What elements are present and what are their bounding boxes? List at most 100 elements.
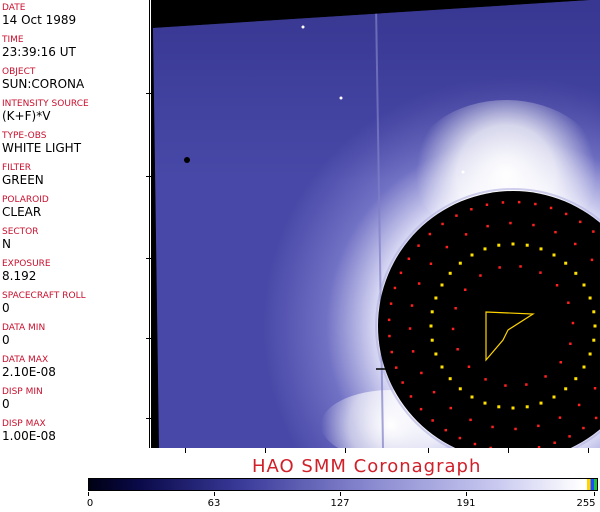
occulter-marker: [408, 327, 412, 330]
occulter-marker: [393, 286, 397, 290]
occulter-marker: [411, 350, 415, 353]
occulter-marker: [537, 446, 541, 448]
occulter-marker: [511, 406, 515, 410]
occulter-marker: [592, 230, 595, 233]
occulter-marker: [420, 371, 423, 375]
occulter-marker: [582, 365, 586, 369]
occulter-marker: [445, 245, 449, 249]
occulter-marker: [464, 288, 467, 291]
occulter-marker: [430, 310, 434, 314]
occulter-marker: [574, 271, 578, 275]
occulter-marker: [559, 361, 562, 364]
occulter-marker: [458, 261, 462, 265]
occulter-marker: [554, 230, 557, 234]
occulter-marker: [497, 405, 501, 409]
occulter-marker: [525, 243, 529, 247]
occulter-marker: [588, 296, 592, 300]
coronagraph-svg: [151, 0, 600, 448]
occulter-marker: [511, 242, 515, 246]
occulter-marker: [577, 403, 581, 407]
axis-tick: [588, 448, 589, 453]
sector-label: SECTOR: [2, 227, 39, 237]
occulter-marker: [485, 203, 489, 206]
time-label: TIME: [2, 35, 24, 45]
axis-tick: [185, 448, 186, 453]
occulter-marker: [501, 201, 505, 204]
occulter-marker: [593, 387, 597, 390]
intensity-source-value: (K+F)*V: [2, 109, 51, 123]
object-label: OBJECT: [2, 67, 36, 77]
occulter-marker: [564, 212, 568, 216]
occulter-marker: [592, 338, 596, 342]
occulter-marker: [470, 253, 474, 257]
disp-min-value: 0: [2, 397, 10, 411]
object-value: SUN:CORONA: [2, 77, 85, 91]
occulter-marker: [588, 352, 592, 356]
occulter-marker: [593, 324, 597, 328]
disp-max-label: DISP MAX: [2, 419, 46, 429]
colorbar-label-0: 0: [86, 498, 94, 509]
occulter-marker: [569, 342, 572, 345]
occulter-marker: [483, 401, 487, 405]
filter-value: GREEN: [2, 173, 44, 187]
colorbar-label-255: 255: [576, 498, 596, 509]
occulter-marker: [419, 407, 423, 411]
colorbar-tick: [340, 492, 341, 496]
occulter-marker: [552, 253, 556, 257]
occulter-marker: [509, 221, 512, 225]
occulter-marker: [519, 265, 522, 268]
occulter-marker: [448, 271, 452, 275]
occulter-marker: [567, 301, 570, 304]
exposure-value: 8.192: [2, 269, 37, 283]
occulter-marker: [498, 266, 501, 269]
coronagraph-image: [151, 0, 600, 448]
occulter-marker: [456, 348, 459, 351]
type-obs-label: TYPE-OBS: [2, 131, 47, 141]
occulter-marker: [555, 284, 559, 287]
occulter-marker: [594, 416, 598, 420]
time-value: 23:39:16 UT: [2, 45, 76, 59]
occulter-marker: [387, 318, 391, 322]
intensity-colorbar: [88, 478, 598, 491]
colorbar-label-191: 191: [456, 498, 476, 509]
occulter-marker: [484, 378, 487, 381]
occulter-marker: [514, 427, 517, 431]
occulter-marker: [532, 223, 535, 227]
polaroid-label: POLAROID: [2, 195, 49, 205]
spacecraft-roll-value: 0: [2, 301, 10, 315]
occulter-marker: [431, 419, 434, 422]
occulter-marker: [458, 387, 462, 391]
colorbar-label-127: 127: [330, 498, 350, 509]
occulter-marker: [564, 387, 568, 391]
occulter-marker: [469, 418, 472, 422]
intensity-source-label: INTENSITY SOURCE: [2, 99, 89, 109]
occulter-marker: [549, 206, 553, 210]
occulter-marker: [407, 257, 411, 260]
occulter-marker: [539, 271, 542, 274]
occulter-marker: [590, 258, 594, 262]
occulter-marker: [399, 271, 403, 275]
occulter-marker: [473, 442, 477, 446]
occulter-marker: [470, 395, 474, 399]
occulter-marker: [417, 282, 421, 285]
occulter-marker: [539, 247, 543, 251]
occulter-marker: [430, 338, 434, 342]
data-min-value: 0: [2, 333, 10, 347]
axis-tick: [265, 448, 266, 453]
occulter-marker: [544, 375, 547, 378]
data-min-label: DATA MIN: [2, 323, 46, 333]
occulter-marker: [483, 247, 487, 251]
occulter-marker: [434, 296, 438, 300]
occulter-marker: [592, 310, 596, 314]
data-max-label: DATA MAX: [2, 355, 49, 365]
occulter-marker: [579, 220, 582, 224]
colorbar-label-63: 63: [207, 498, 221, 509]
occulter-marker: [517, 200, 521, 204]
occulter-marker: [410, 304, 414, 307]
occulter-marker: [451, 327, 455, 331]
occulter-marker: [440, 283, 444, 287]
occulter-marker: [553, 441, 556, 444]
occulter-marker: [582, 283, 586, 287]
data-max-value: 2.10E-08: [2, 365, 56, 379]
occulter-marker: [479, 274, 482, 277]
